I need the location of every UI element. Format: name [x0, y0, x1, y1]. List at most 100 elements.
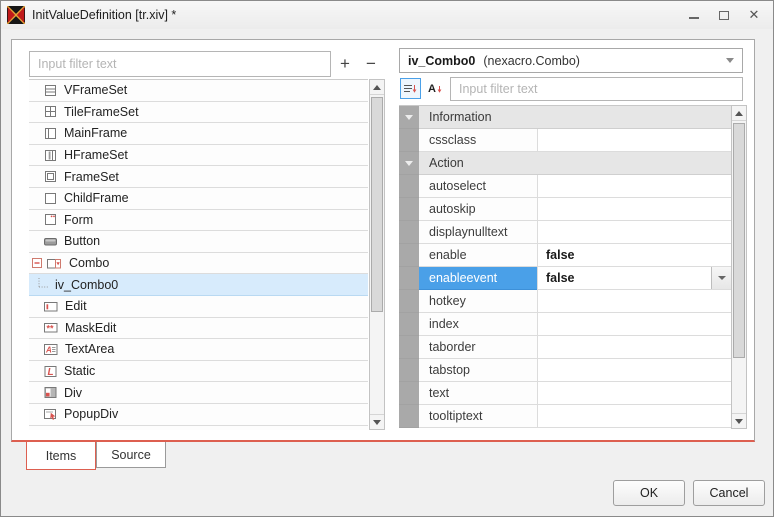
property-row-index[interactable]: index	[399, 313, 731, 336]
cancel-button[interactable]: Cancel	[693, 480, 765, 506]
hframeset-icon	[44, 149, 57, 162]
property-value[interactable]	[537, 175, 731, 198]
content-panel: + − VFrameSet TileFrameSet MainFrame HFr…	[11, 39, 755, 442]
frameset-icon	[44, 170, 57, 183]
textarea-icon: A	[44, 343, 58, 356]
property-value[interactable]	[537, 313, 731, 336]
property-row-displaynulltext[interactable]: displaynulltext	[399, 221, 731, 244]
static-icon: L	[44, 365, 57, 378]
alphabetic-sort-button[interactable]: A	[425, 78, 446, 99]
tree-item-hframeset[interactable]: HFrameSet	[29, 145, 368, 167]
tree-scrollbar[interactable]	[369, 79, 385, 430]
tree-item-static[interactable]: L Static	[29, 361, 368, 383]
button-icon	[44, 235, 57, 248]
property-value[interactable]	[537, 382, 731, 405]
property-filter-input[interactable]	[450, 77, 743, 101]
dropdown-icon	[718, 276, 726, 280]
ok-button[interactable]: OK	[613, 480, 685, 506]
tree-item-edit[interactable]: Edit	[29, 296, 368, 318]
property-value[interactable]	[537, 129, 731, 152]
tree-item-combo[interactable]: Combo	[29, 253, 368, 275]
categorized-sort-button[interactable]	[400, 78, 421, 99]
tree-item-tileframeset[interactable]: TileFrameSet	[29, 102, 368, 124]
scroll-up-icon[interactable]	[732, 106, 746, 121]
property-value[interactable]	[537, 198, 731, 221]
property-value[interactable]	[537, 359, 731, 382]
tree-item-popupdiv[interactable]: PopupDiv	[29, 404, 368, 426]
close-button[interactable]: ✕	[739, 1, 769, 29]
childframe-icon	[44, 192, 57, 205]
tree-item-maskedit[interactable]: ** MaskEdit	[29, 318, 368, 340]
tree-item-div[interactable]: Div	[29, 382, 368, 404]
close-icon: ✕	[749, 7, 760, 23]
tree-item-iv-combo0[interactable]: iv_Combo0	[29, 274, 368, 296]
combo-dropdown-icon	[726, 58, 734, 63]
alpha-sort-icon: A	[428, 83, 436, 95]
property-row-taborder[interactable]: taborder	[399, 336, 731, 359]
remove-item-button[interactable]: −	[360, 53, 382, 75]
property-row-tooltiptext[interactable]: tooltiptext	[399, 405, 731, 428]
property-value[interactable]	[537, 405, 731, 428]
svg-text:L: L	[48, 367, 54, 378]
tree-item-button[interactable]: Button	[29, 231, 368, 253]
tree-item-textarea[interactable]: A TextArea	[29, 339, 368, 361]
titlebar[interactable]: InitValueDefinition [tr.xiv] * ✕	[1, 1, 773, 29]
property-row-enableevent[interactable]: enableevent false	[399, 267, 731, 290]
scroll-down-icon[interactable]	[370, 414, 384, 429]
minimize-button[interactable]	[679, 1, 709, 29]
property-scrollbar-thumb[interactable]	[733, 123, 745, 358]
property-row-autoselect[interactable]: autoselect	[399, 175, 731, 198]
svg-text:**: **	[47, 324, 55, 334]
section-row-information[interactable]: Information	[399, 106, 731, 129]
window-title: InitValueDefinition [tr.xiv] *	[32, 8, 176, 22]
minimize-icon	[689, 17, 699, 19]
property-value[interactable]: false	[537, 244, 731, 267]
tree-branch-icon	[36, 278, 50, 291]
add-item-button[interactable]: +	[334, 53, 356, 75]
property-value[interactable]	[537, 336, 731, 359]
scroll-down-icon[interactable]	[732, 413, 746, 428]
tree-item-mainframe[interactable]: MainFrame	[29, 123, 368, 145]
collapse-minus-icon[interactable]	[32, 258, 42, 268]
popupdiv-icon	[44, 408, 57, 421]
component-tree: VFrameSet TileFrameSet MainFrame HFrameS…	[29, 79, 368, 430]
section-collapse-icon[interactable]	[399, 152, 419, 175]
form-icon	[44, 213, 57, 226]
app-icon	[7, 6, 25, 24]
property-grid: Information cssclass Action autoselect a…	[399, 105, 731, 429]
property-row-tabstop[interactable]: tabstop	[399, 359, 731, 382]
object-type: (nexacro.Combo)	[483, 54, 580, 68]
section-collapse-icon[interactable]	[399, 106, 419, 129]
categorized-sort-icon	[403, 82, 418, 96]
div-icon	[44, 386, 57, 399]
dialog-window: InitValueDefinition [tr.xiv] * ✕ + − VFr…	[0, 0, 774, 517]
property-row-text[interactable]: text	[399, 382, 731, 405]
maximize-button[interactable]	[709, 1, 739, 29]
property-value[interactable]	[537, 221, 731, 244]
svg-text:A: A	[45, 345, 52, 354]
property-row-enable[interactable]: enable false	[399, 244, 731, 267]
object-selector-combo[interactable]: iv_Combo0 (nexacro.Combo)	[399, 48, 743, 73]
tab-items[interactable]: Items	[26, 442, 96, 470]
left-filter-input[interactable]	[29, 51, 331, 77]
maskedit-icon: **	[44, 321, 58, 334]
property-row-hotkey[interactable]: hotkey	[399, 290, 731, 313]
property-row-autoskip[interactable]: autoskip	[399, 198, 731, 221]
property-value[interactable]: false	[537, 267, 731, 290]
value-dropdown-button[interactable]	[711, 267, 731, 289]
tab-source[interactable]: Source	[96, 442, 166, 468]
property-value[interactable]	[537, 290, 731, 313]
scroll-up-icon[interactable]	[370, 80, 384, 95]
tree-item-vframeset[interactable]: VFrameSet	[29, 80, 368, 102]
tree-item-radio[interactable]: Radio	[29, 426, 368, 431]
tree-scrollbar-thumb[interactable]	[371, 97, 383, 312]
tree-item-form[interactable]: Form	[29, 210, 368, 232]
section-row-action[interactable]: Action	[399, 152, 731, 175]
tree-item-childframe[interactable]: ChildFrame	[29, 188, 368, 210]
property-row-cssclass[interactable]: cssclass	[399, 129, 731, 152]
vframeset-icon	[44, 84, 57, 97]
property-scrollbar[interactable]	[731, 105, 747, 429]
object-name: iv_Combo0	[408, 54, 475, 68]
tileframeset-icon	[44, 105, 57, 118]
tree-item-frameset[interactable]: FrameSet	[29, 166, 368, 188]
